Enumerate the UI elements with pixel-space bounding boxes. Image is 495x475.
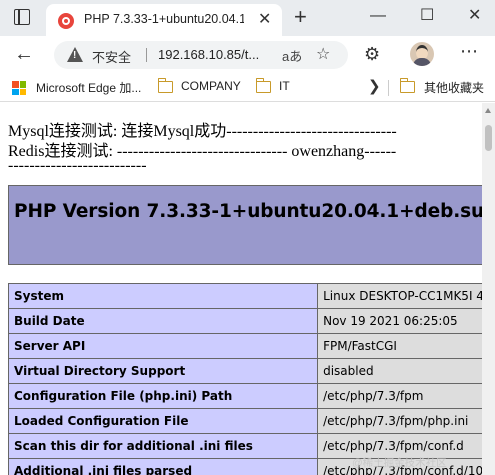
row-label: Server API	[7, 333, 319, 359]
row-label: Additional .ini files parsed	[7, 458, 319, 475]
favorite-it[interactable]: IT	[279, 79, 290, 93]
table-row: Virtual Directory Support disabled	[7, 358, 482, 384]
favorites-overflow-icon[interactable]: ❯	[368, 77, 381, 95]
title-bar: PHP 7.3.33-1+ubuntu20.04.1+deb ✕ + — ☐ ✕	[0, 0, 495, 36]
maximize-button[interactable]: ☐	[420, 4, 434, 28]
page-content: Mysql连接测试: 连接Mysql成功--------------------…	[0, 103, 482, 475]
watermark: @稀土掘金技术社区	[352, 457, 447, 469]
row-label: Scan this dir for additional .ini files	[7, 433, 319, 459]
folder-icon	[399, 78, 415, 93]
row-label: Configuration File (php.ini) Path	[7, 383, 319, 409]
back-button[interactable]: ←	[14, 42, 34, 66]
favorites-bar: Microsoft Edge 加... COMPANY IT ❯ 其他收藏夹	[0, 74, 495, 102]
row-value: FPM/FastCGI	[317, 333, 482, 359]
scroll-up-icon[interactable]	[485, 108, 491, 113]
row-label: Loaded Configuration File	[7, 408, 319, 434]
redis-test-line-continued: --------------------------	[8, 157, 147, 174]
active-tab[interactable]: PHP 7.3.33-1+ubuntu20.04.1+deb ✕	[46, 4, 282, 36]
folder-icon	[157, 78, 173, 93]
scroll-thumb[interactable]	[485, 125, 492, 151]
php-version-title: PHP Version 7.3.33-1+ubuntu20.04.1+deb.s…	[14, 201, 482, 222]
row-value: Nov 19 2021 06:25:05	[317, 308, 482, 334]
read-aloud-icon[interactable]: aあ	[282, 46, 302, 65]
php-info-table: System Linux DESKTOP-CC1MK5I 4.4 Build D…	[7, 283, 482, 475]
row-label: Virtual Directory Support	[7, 358, 319, 384]
row-value: /etc/php/7.3/fpm/php.ini	[317, 408, 482, 434]
vertical-scrollbar[interactable]	[482, 103, 495, 475]
profile-avatar[interactable]	[410, 42, 434, 66]
row-value: Linux DESKTOP-CC1MK5I 4.4	[317, 283, 482, 309]
tab-actions-icon[interactable]	[14, 9, 30, 25]
php-version-header: PHP Version 7.3.33-1+ubuntu20.04.1+deb.s…	[8, 185, 482, 265]
minimize-button[interactable]: —	[370, 4, 386, 28]
new-tab-button[interactable]: +	[294, 5, 307, 29]
table-row: Server API FPM/FastCGI	[7, 333, 482, 359]
table-row: Build Date Nov 19 2021 06:25:05	[7, 308, 482, 334]
favorite-microsoft-edge[interactable]: Microsoft Edge 加...	[36, 79, 141, 96]
tab-title: PHP 7.3.33-1+ubuntu20.04.1+deb	[84, 12, 244, 26]
window-close-button[interactable]: ✕	[468, 4, 481, 28]
folder-icon	[255, 78, 271, 93]
row-value: /etc/php/7.3/fpm	[317, 383, 482, 409]
add-favorite-icon[interactable]: ☆	[316, 44, 330, 64]
row-label: Build Date	[7, 308, 319, 334]
address-bar[interactable]: 不安全 192.168.10.85/t... aあ ☆	[54, 41, 348, 69]
site-favicon-icon	[58, 13, 74, 29]
table-row: Configuration File (php.ini) Path /etc/p…	[7, 383, 482, 409]
favorite-company[interactable]: COMPANY	[181, 79, 241, 93]
more-menu-icon[interactable]: ⋯	[460, 41, 478, 62]
address-divider	[146, 48, 147, 62]
navigation-bar: ← 不安全 192.168.10.85/t... aあ ☆ ⚙ ⋯	[0, 36, 495, 74]
table-row: Loaded Configuration File /etc/php/7.3/f…	[7, 408, 482, 434]
favorites-divider	[388, 80, 389, 96]
warning-icon[interactable]	[67, 47, 83, 62]
tab-close-icon[interactable]: ✕	[258, 10, 271, 30]
favorite-other[interactable]: 其他收藏夹	[424, 79, 484, 96]
extensions-icon[interactable]: ⚙	[364, 43, 380, 65]
row-value: disabled	[317, 358, 482, 384]
url-text[interactable]: 192.168.10.85/t...	[158, 47, 259, 62]
row-label: System	[7, 283, 319, 309]
security-status[interactable]: 不安全	[92, 47, 131, 66]
microsoft-logo-icon	[12, 81, 26, 95]
table-row: System Linux DESKTOP-CC1MK5I 4.4	[7, 283, 482, 309]
